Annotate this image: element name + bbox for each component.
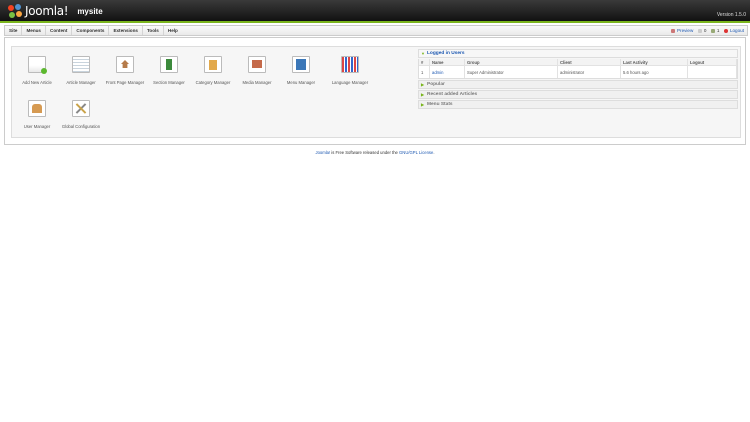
section-manager-button[interactable]: Section Manager — [148, 53, 190, 93]
user-manager-button[interactable]: User Manager — [16, 97, 58, 137]
recent-articles-title: Recent added Articles — [427, 92, 478, 97]
menu-site[interactable]: Site — [5, 26, 23, 35]
front-page-manager-label: Front Page Manager — [105, 80, 145, 85]
header-accent-bar — [0, 21, 750, 23]
site-name: mysite — [77, 6, 103, 16]
category-manager-label: Category Manager — [195, 80, 231, 85]
row-name-link[interactable]: admin — [429, 65, 465, 78]
pane-popular[interactable]: ▶ Popular — [418, 80, 738, 89]
frontpage-icon — [116, 56, 134, 73]
pane-recent-articles[interactable]: ▶ Recent added Articles — [418, 90, 738, 99]
footer-joomla-link[interactable]: Joomla! — [315, 150, 330, 155]
table-row: 1 admin Super Administrator administrato… — [419, 65, 737, 78]
users-status[interactable]: 1 — [711, 28, 719, 33]
language-manager-button[interactable]: Language Manager — [324, 53, 376, 93]
users-icon — [711, 28, 716, 33]
menu-components[interactable]: Components — [72, 26, 110, 35]
version-label: Version 1.5.0 — [716, 12, 746, 18]
row-activity: 5.6 hours ago — [620, 65, 688, 78]
messages-count: 0 — [703, 28, 707, 33]
logout-link[interactable]: Logout — [724, 28, 744, 33]
preview-label: Preview — [676, 28, 694, 33]
footer-text: is Free Software released under the — [330, 150, 400, 155]
expand-arrow-icon: ▼ — [421, 51, 425, 56]
pane-logged-in-users[interactable]: ▼ Logged in Users — [418, 49, 738, 58]
collapsed-arrow-icon: ▶ — [421, 82, 425, 87]
menu-tools[interactable]: Tools — [143, 26, 164, 35]
user-icon — [28, 100, 46, 117]
add-new-article-label: Add New Article — [22, 80, 52, 85]
row-num: 1 — [419, 65, 430, 78]
collapsed-arrow-icon: ▶ — [421, 102, 425, 107]
menu-content[interactable]: Content — [46, 26, 73, 35]
add-new-article-button[interactable]: Add New Article — [16, 53, 58, 93]
logo[interactable]: Joomla! mysite — [8, 3, 103, 19]
preview-icon — [671, 28, 676, 33]
row-group: Super Administrator — [464, 65, 558, 78]
article-manager-icon — [72, 56, 90, 73]
menu-manager-button[interactable]: Menu Manager — [280, 53, 322, 93]
main-content: Add New Article Article Manager Front Pa… — [4, 37, 746, 145]
global-configuration-label: Global Configuration — [61, 124, 101, 129]
popular-title: Popular — [427, 82, 445, 87]
joomla-logo-icon — [8, 4, 22, 18]
global-configuration-button[interactable]: Global Configuration — [60, 97, 102, 137]
logged-in-users-table: # Name Group Client Last Activity Logout… — [418, 59, 738, 79]
article-manager-label: Article Manager — [66, 80, 96, 85]
menu-icon — [292, 56, 310, 73]
mail-icon — [698, 28, 703, 33]
category-icon — [204, 56, 222, 73]
logout-icon — [724, 28, 729, 33]
menu-manager-label: Menu Manager — [286, 80, 316, 85]
collapsed-arrow-icon: ▶ — [421, 92, 425, 97]
media-manager-label: Media Manager — [242, 80, 272, 85]
row-logout[interactable] — [687, 65, 737, 78]
cpanel-icons: Add New Article Article Manager Front Pa… — [16, 51, 412, 133]
add-article-icon — [28, 56, 47, 74]
logout-label: Logout — [729, 28, 744, 33]
footer-end: . — [433, 150, 435, 155]
media-manager-button[interactable]: Media Manager — [236, 53, 278, 93]
sliders-panel: ▼ Logged in Users # Name Group Client La… — [418, 49, 738, 109]
logo-text: Joomla! — [25, 4, 69, 18]
logged-in-users-title: Logged in Users — [427, 51, 465, 56]
front-page-manager-button[interactable]: Front Page Manager — [104, 53, 146, 93]
footer-license-link[interactable]: GNU/GPL License — [399, 150, 433, 155]
row-client: administrator — [557, 65, 621, 78]
category-manager-button[interactable]: Category Manager — [192, 53, 234, 93]
menu-help[interactable]: Help — [164, 26, 182, 35]
language-manager-label: Language Manager — [331, 80, 369, 85]
section-manager-label: Section Manager — [153, 80, 185, 85]
menu-extensions[interactable]: Extensions — [109, 26, 143, 35]
config-icon — [72, 100, 90, 117]
section-icon — [160, 56, 178, 73]
control-panel: Add New Article Article Manager Front Pa… — [11, 46, 741, 138]
users-count: 1 — [716, 28, 720, 33]
menubar: Site Menus Content Components Extensions… — [4, 25, 748, 36]
pane-menu-stats[interactable]: ▶ Menu Stats — [418, 100, 738, 109]
status-bar: Preview 0 1 Logout — [671, 28, 747, 33]
footer: Joomla! is Free Software released under … — [0, 150, 750, 155]
header: Joomla! mysite Version 1.5.0 — [0, 0, 750, 21]
messages-status[interactable]: 0 — [698, 28, 706, 33]
menu-stats-title: Menu Stats — [427, 102, 453, 107]
user-manager-label: User Manager — [23, 124, 51, 129]
menu-menus[interactable]: Menus — [22, 26, 46, 35]
language-icon — [341, 56, 359, 73]
preview-link[interactable]: Preview — [671, 28, 693, 33]
media-icon — [248, 56, 266, 73]
article-manager-button[interactable]: Article Manager — [60, 53, 102, 93]
